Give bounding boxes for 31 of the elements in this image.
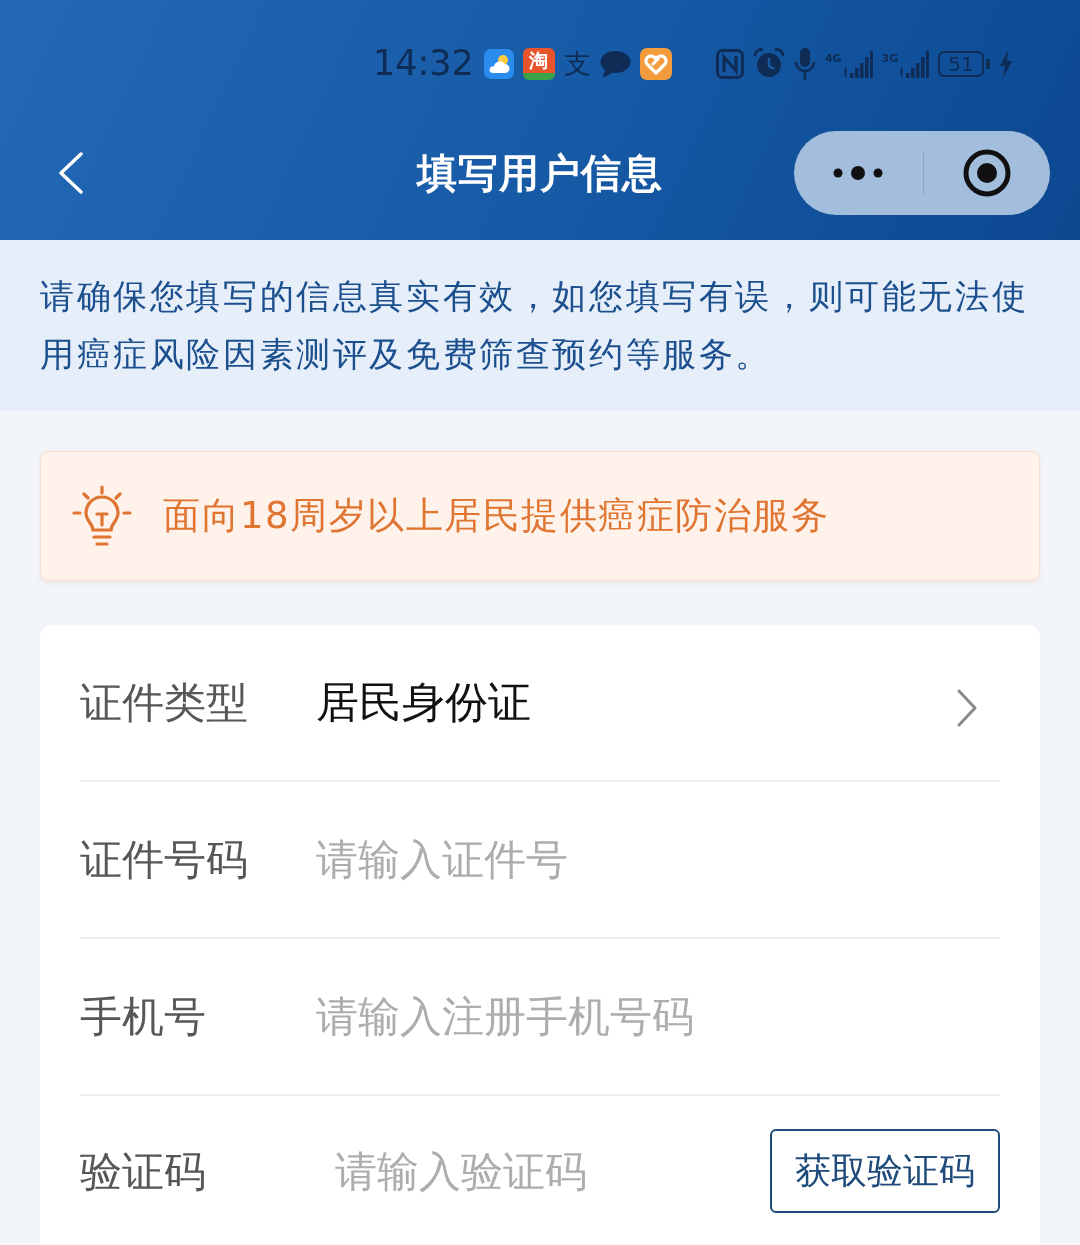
- notice-text: 请确保您填写的信息真实有效，如您填写有误，则可能无法使用癌症风险因素测评及免费筛查预约等服务。: [40, 275, 1030, 376]
- chat-bubble-icon: [599, 49, 631, 78]
- network-type-label: 3G: [881, 52, 899, 64]
- signal-bars-icon: [899, 48, 930, 79]
- field-label: 证件号码: [80, 834, 249, 886]
- id-type-select[interactable]: 居民身份证: [316, 670, 1000, 735]
- status-time: 14:32: [373, 46, 474, 81]
- field-label: 证件类型: [80, 677, 249, 729]
- nfc-icon: [715, 48, 744, 79]
- signal-bars-icon: [842, 48, 873, 79]
- chevron-right-icon: [956, 687, 978, 728]
- input-field[interactable]: 请输入验证码: [335, 1139, 770, 1203]
- app-notification-glyph: 支: [563, 50, 591, 77]
- lightbulb-icon: [71, 485, 133, 547]
- alarm-clock-icon: [752, 48, 785, 79]
- page-title: 填写用户信息: [417, 148, 663, 197]
- battery-indicator: 51: [938, 50, 990, 77]
- target-icon[interactable]: [962, 148, 1011, 197]
- get-code-button[interactable]: 获取验证码: [770, 1129, 1000, 1213]
- heart-tile-icon: [639, 47, 672, 80]
- app-notification-icon: 淘: [522, 47, 555, 80]
- more-icon[interactable]: [833, 164, 884, 181]
- input-field[interactable]: 请输入注册手机号码: [316, 985, 1000, 1048]
- sun-cloud-icon: [483, 48, 514, 79]
- input-field[interactable]: 请输入证件号: [316, 828, 1000, 891]
- network-type-label: 4G: [824, 52, 842, 64]
- back-chevron-icon[interactable]: [58, 151, 84, 194]
- tip-text: 面向18周岁以上居民提供癌症防治服务: [163, 493, 830, 540]
- microphone-icon: [793, 46, 816, 81]
- field-label: 手机号: [80, 991, 207, 1043]
- field-label: 验证码: [80, 1145, 207, 1198]
